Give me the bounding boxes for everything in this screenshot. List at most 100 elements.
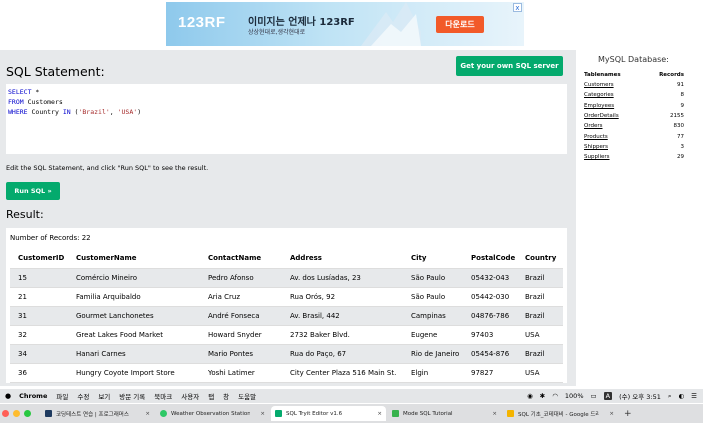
menu-item[interactable]: 사용자: [181, 391, 199, 401]
zoom-window-button[interactable]: [24, 410, 31, 417]
menu-item[interactable]: 수정: [77, 391, 89, 401]
table-cell: Brazil: [517, 268, 563, 288]
bluetooth-icon[interactable]: ✱: [540, 392, 545, 400]
string-literal: 'Brazil': [78, 108, 110, 116]
tab-close-icon[interactable]: ×: [492, 411, 497, 417]
db-table-link[interactable]: Employees: [584, 101, 644, 111]
table-cell: 05454-876: [463, 344, 517, 364]
menu-item[interactable]: 창: [223, 391, 229, 401]
browser-tab[interactable]: Weather Observation Station ×: [156, 406, 269, 421]
tab-title: SQL 기초_코테대비 - Google 드라: [518, 411, 600, 418]
db-table-link[interactable]: Categories: [584, 90, 644, 100]
tab-title: Mode SQL Tutorial: [403, 410, 453, 417]
table-cell: 31: [10, 306, 68, 326]
sql-statement-heading: SQL Statement:: [6, 64, 105, 79]
db-record-count: 29: [677, 154, 684, 161]
db-row: Employees 9: [584, 101, 684, 111]
tab-close-icon[interactable]: ×: [377, 411, 382, 417]
input-source[interactable]: A: [603, 392, 613, 400]
browser-tab[interactable]: SQL 기초_코테대비 - Google 드라 ×: [503, 406, 618, 421]
ad-download-button[interactable]: 다운로드: [436, 16, 484, 33]
db-table-link[interactable]: Orders: [584, 121, 644, 131]
db-table-link[interactable]: Shippers: [584, 142, 644, 152]
table-row: 31 Gourmet Lanchonetes André Fonseca Av.…: [10, 306, 563, 326]
code-text: *: [31, 88, 40, 96]
battery-icon[interactable]: ▭: [591, 392, 597, 400]
new-tab-button[interactable]: +: [624, 409, 632, 419]
macos-menu-bar: ● Chrome 파일 수정 보기 방문 기록 북마크 사용자 탭 창 도움말 …: [0, 389, 703, 403]
search-icon[interactable]: ⌕: [668, 392, 672, 401]
code-text: Country: [27, 108, 63, 116]
get-sql-server-button[interactable]: Get your own SQL server: [456, 56, 563, 76]
database-table-list: Tablenames Records Customers 91 Categorie…: [584, 69, 684, 162]
db-row: Suppliers 29: [584, 152, 684, 162]
tab-close-icon[interactable]: ×: [145, 411, 150, 417]
close-window-button[interactable]: [2, 410, 9, 417]
db-record-count: 2155: [670, 113, 684, 120]
db-row: Products 77: [584, 131, 684, 141]
db-record-count: 830: [673, 123, 685, 130]
ad-banner[interactable]: 123RF 이미지는 언제나 123RF 상상현대로,생각현대로 다운로드 x: [166, 2, 524, 46]
table-cell: Familia Arquibaldo: [68, 287, 200, 307]
table-cell: Hanari Carnes: [68, 344, 200, 364]
db-col-records: Records: [659, 71, 684, 78]
column-header: Country: [517, 248, 563, 269]
table-row: 36 Hungry Coyote Import Store Yoshi Lati…: [10, 363, 563, 383]
siri-icon[interactable]: ◐: [679, 392, 685, 400]
tab-title: Weather Observation Station: [171, 410, 251, 417]
browser-tab[interactable]: Mode SQL Tutorial ×: [388, 406, 501, 421]
db-table-link[interactable]: OrderDetails: [584, 111, 644, 121]
menu-item[interactable]: 탭: [208, 391, 214, 401]
db-record-count: 8: [680, 92, 685, 99]
menu-item[interactable]: 북마크: [154, 391, 172, 401]
column-header: Address: [282, 248, 403, 269]
menu-item[interactable]: 보기: [98, 391, 110, 401]
db-row: Shippers 3: [584, 142, 684, 152]
table-cell: Howard Snyder: [200, 325, 282, 345]
table-cell: Rio de Janeiro: [403, 344, 463, 364]
battery-percent: 100%: [564, 392, 584, 400]
table-cell: Yoshi Latimer: [200, 363, 282, 383]
record-icon[interactable]: ◉: [527, 392, 533, 400]
db-table-link[interactable]: Products: [584, 131, 644, 141]
keyword-where: WHERE: [8, 108, 28, 116]
tab-close-icon[interactable]: ×: [260, 411, 265, 417]
browser-tab-active[interactable]: SQL Tryit Editor v1.6 ×: [271, 406, 386, 421]
table-cell: São Paulo: [403, 268, 463, 288]
menu-item[interactable]: 도움말: [238, 391, 256, 401]
ad-decoration: [361, 2, 421, 46]
ad-title: 이미지는 언제나 123RF: [248, 17, 355, 28]
minimize-window-button[interactable]: [13, 410, 20, 417]
sql-code-editor[interactable]: SELECT * FROM Customers WHERE Country IN…: [6, 84, 567, 154]
browser-tab[interactable]: 코딩테스트 연습 | 프로그래머스 ×: [41, 406, 154, 421]
db-record-count: 9: [680, 102, 685, 109]
code-line-2: FROM Customers: [8, 97, 565, 107]
tab-favicon-icon: [160, 410, 167, 417]
table-cell: 97827: [463, 363, 517, 383]
db-table-link[interactable]: Suppliers: [584, 152, 644, 162]
table-cell: Av. Brasil, 442: [282, 306, 403, 326]
table-header-row: CustomerID CustomerName ContactName Addr…: [10, 248, 563, 269]
menu-item[interactable]: 파일: [56, 391, 68, 401]
table-cell: Brazil: [517, 287, 563, 307]
menu-item[interactable]: 방문 기록: [119, 391, 145, 401]
run-sql-button[interactable]: Run SQL »: [6, 182, 60, 200]
column-header: PostalCode: [463, 248, 517, 269]
tab-title: SQL Tryit Editor v1.6: [286, 410, 343, 417]
db-row: Orders 830: [584, 121, 684, 131]
tab-title: 코딩테스트 연습 | 프로그래머스: [56, 411, 129, 418]
control-center-icon[interactable]: ☰: [691, 392, 697, 400]
table-cell: Brazil: [517, 306, 563, 326]
wifi-icon[interactable]: ◠: [552, 392, 558, 400]
db-table-link[interactable]: Customers: [584, 80, 644, 90]
tab-close-icon[interactable]: ×: [609, 411, 614, 417]
db-row: OrderDetails 2155: [584, 111, 684, 121]
menu-app-name[interactable]: Chrome: [19, 392, 47, 400]
column-header: CustomerName: [68, 248, 200, 269]
menu-status-area: ◉ ✱ ◠ 100% ▭ A (수) 오후 3:51 ⌕ ◐ ☰: [527, 389, 697, 403]
apple-icon[interactable]: ●: [5, 392, 11, 400]
ad-close-icon[interactable]: x: [513, 3, 522, 12]
menu-clock[interactable]: (수) 오후 3:51: [619, 391, 661, 401]
table-cell: USA: [517, 363, 563, 383]
instructions-text: Edit the SQL Statement, and click "Run S…: [6, 164, 209, 172]
